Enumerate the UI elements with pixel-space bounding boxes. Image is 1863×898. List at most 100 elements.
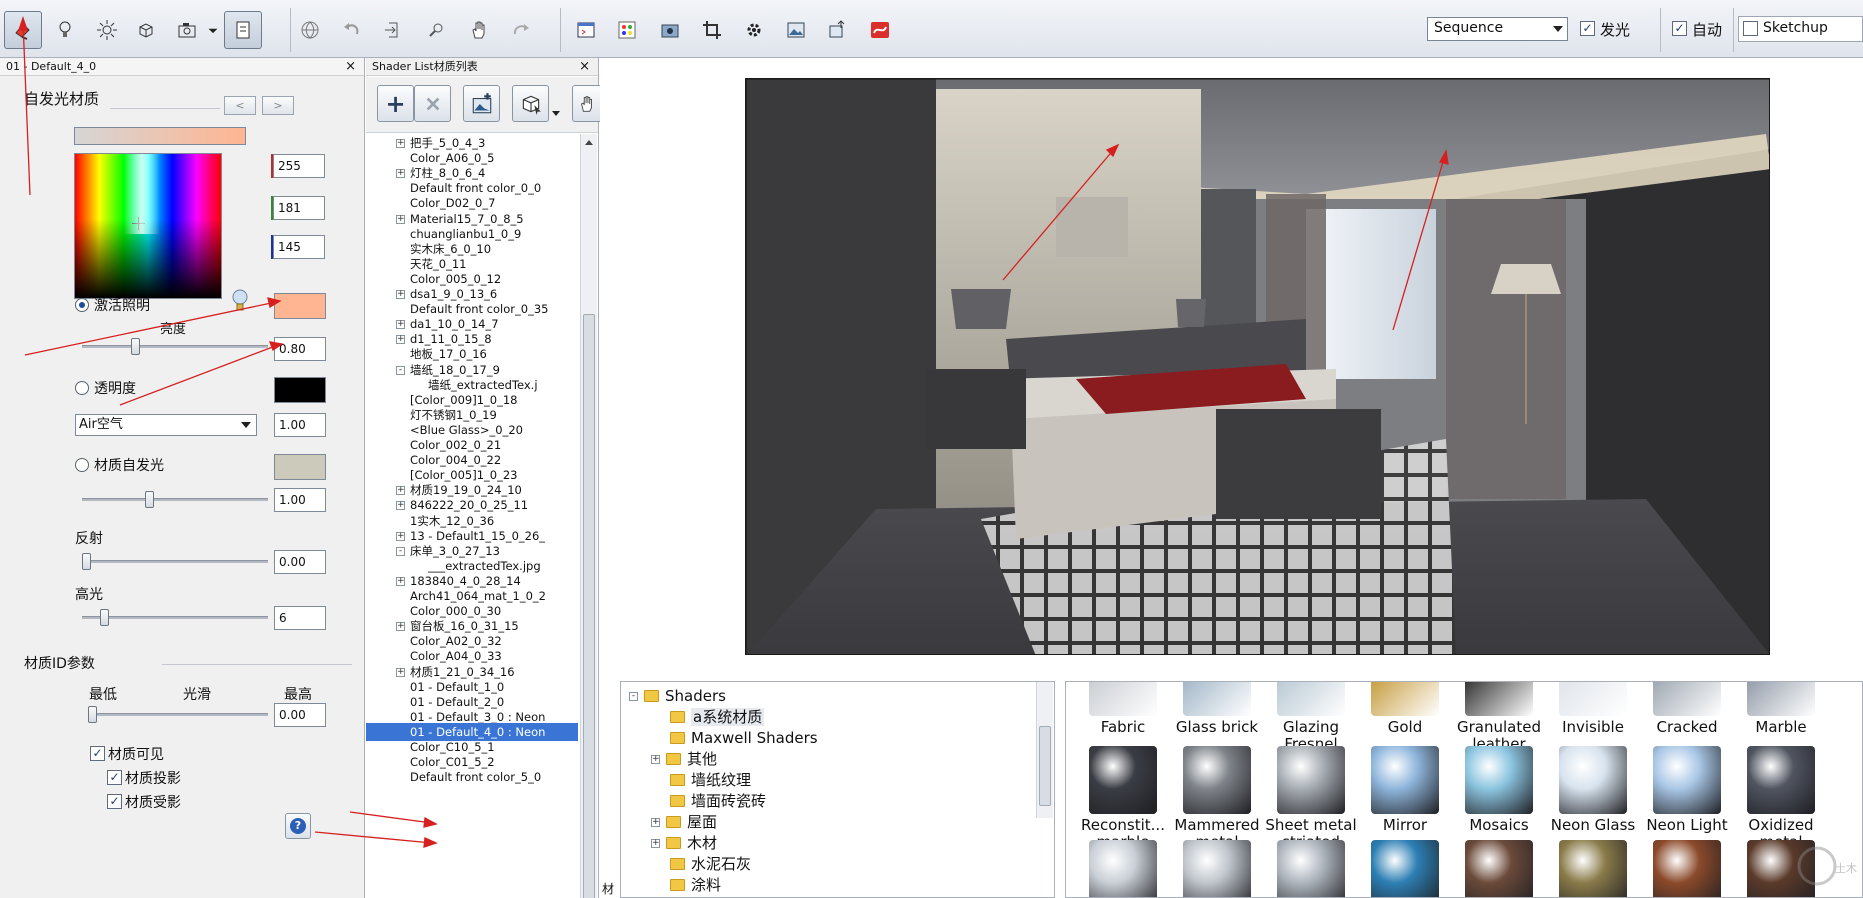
material-thumbnail[interactable]: Mirror	[1358, 746, 1452, 834]
reflection-slider-thumb[interactable]	[82, 553, 91, 570]
green-value-input[interactable]: 181	[273, 196, 325, 220]
collapse-icon[interactable]: -	[396, 365, 405, 375]
material-glow-radio[interactable]	[75, 458, 89, 472]
material-thumbnail[interactable]: Neon Light	[1640, 746, 1734, 834]
collapse-icon[interactable]: -	[629, 692, 638, 701]
smooth-value-input[interactable]: 0.00	[274, 703, 326, 727]
material-thumbnail[interactable]	[1546, 840, 1640, 897]
expand-icon[interactable]: +	[396, 290, 405, 299]
material-thumbnail[interactable]	[1640, 840, 1734, 897]
light-tool-button[interactable]	[46, 11, 84, 49]
close-icon[interactable]: ×	[345, 58, 356, 76]
scroll-up-icon[interactable]	[585, 140, 593, 145]
logo-button[interactable]	[861, 11, 899, 49]
highlight-slider-thumb[interactable]	[100, 609, 109, 626]
camera-tool-button[interactable]	[168, 11, 206, 49]
material-thumbnail[interactable]: Mosaics	[1452, 746, 1546, 834]
material-thumbnail[interactable]: Fabric	[1076, 682, 1170, 736]
globe-button[interactable]	[291, 11, 329, 49]
redo-button[interactable]	[502, 11, 540, 49]
expand-icon[interactable]: +	[396, 531, 405, 541]
material-thumbnail[interactable]	[1452, 840, 1546, 897]
zoom-button[interactable]	[418, 11, 456, 49]
next-button[interactable]: >	[262, 96, 294, 115]
receive-shadow-checkbox[interactable]: ✓	[107, 794, 122, 809]
medium-value-input[interactable]: 1.00	[274, 413, 326, 437]
sun-tool-button[interactable]	[88, 11, 126, 49]
chevron-down-icon[interactable]	[552, 111, 560, 116]
object-tool-button[interactable]	[127, 11, 165, 49]
brightness-slider-thumb[interactable]	[130, 338, 140, 355]
expand-icon[interactable]: +	[396, 486, 405, 496]
material-thumbnail[interactable]: Sheet metal striated	[1264, 746, 1358, 851]
scrollbar-thumb[interactable]	[1039, 726, 1051, 806]
expand-icon[interactable]: +	[396, 622, 405, 632]
expand-icon[interactable]: +	[396, 576, 405, 586]
brightness-value-input[interactable]: 0.80	[274, 337, 326, 361]
material-thumbnail[interactable]	[1358, 840, 1452, 897]
expand-icon[interactable]: +	[396, 320, 405, 330]
auto-checkbox[interactable]: ✓	[1672, 21, 1687, 36]
red-value-input[interactable]: 255	[273, 154, 325, 178]
expand-icon[interactable]: +	[651, 839, 660, 848]
shader-list-item[interactable]: Default front color_5_0	[366, 768, 578, 786]
sketchup-box[interactable]: Sketchup	[1738, 16, 1863, 42]
settings-button[interactable]	[735, 11, 773, 49]
undo-button[interactable]	[333, 11, 371, 49]
help-button[interactable]: ?	[285, 813, 311, 839]
expand-icon[interactable]: +	[396, 169, 405, 179]
sequence-select[interactable]: Sequence	[1427, 17, 1568, 41]
material-thumbnail[interactable]: Gold	[1358, 682, 1452, 736]
lighting-color-swatch[interactable]	[274, 293, 326, 319]
brightness-slider[interactable]	[82, 345, 268, 348]
material-thumbnail[interactable]: Oxidized metal	[1734, 746, 1828, 851]
shader-list-scrollbar[interactable]	[580, 134, 597, 898]
glow-checkbox[interactable]: ✓	[1580, 21, 1595, 36]
material-thumbnail[interactable]: Neon Glass	[1546, 746, 1640, 834]
expand-icon[interactable]: +	[396, 667, 405, 677]
material-thumbnail[interactable]: Reconstit... marble	[1076, 746, 1170, 851]
highlight-slider[interactable]	[82, 616, 268, 619]
scrollbar-thumb[interactable]	[583, 314, 595, 898]
render-button[interactable]	[651, 11, 689, 49]
activate-lighting-radio[interactable]	[75, 298, 89, 312]
sketchup-checkbox[interactable]	[1743, 21, 1758, 36]
smooth-slider[interactable]	[88, 713, 268, 716]
material-thumbnail[interactable]: Glass brick	[1170, 682, 1264, 736]
expand-icon[interactable]: +	[396, 501, 405, 511]
color-gradient-bar[interactable]	[74, 127, 246, 145]
prev-button[interactable]: <	[224, 96, 256, 115]
material-tool-button[interactable]	[4, 11, 42, 49]
add-image-button[interactable]	[463, 85, 500, 122]
panel-toggle-button[interactable]	[224, 11, 262, 49]
cast-shadow-checkbox[interactable]: ✓	[107, 770, 122, 785]
material-glow-swatch[interactable]	[274, 454, 326, 480]
material-thumbnail[interactable]	[1076, 840, 1170, 897]
material-thumbnail[interactable]: Glazing Fresnel	[1264, 682, 1358, 753]
visible-checkbox[interactable]: ✓	[90, 746, 105, 761]
material-thumbnail[interactable]	[1170, 840, 1264, 897]
material-thumbnail[interactable]	[1264, 840, 1358, 897]
palette-button[interactable]	[608, 11, 646, 49]
material-thumbnail[interactable]: Granulated leather	[1452, 682, 1546, 753]
expand-icon[interactable]: +	[396, 139, 405, 148]
hand-tool-button[interactable]	[572, 85, 602, 122]
expand-icon[interactable]: +	[651, 818, 660, 827]
collapse-icon[interactable]: -	[396, 546, 405, 556]
smooth-slider-thumb[interactable]	[88, 706, 97, 723]
delete-shader-button[interactable]	[414, 85, 451, 122]
material-glow-slider-thumb[interactable]	[145, 491, 154, 508]
material-thumbnail[interactable]: Invisible	[1546, 682, 1640, 736]
import-button[interactable]	[375, 11, 413, 49]
transparency-color-swatch[interactable]	[274, 377, 326, 403]
shader-library-scrollbar[interactable]	[1036, 682, 1053, 818]
material-glow-slider[interactable]	[82, 498, 268, 501]
shader-library-item[interactable]: 涂料	[651, 873, 721, 897]
expand-icon[interactable]: +	[396, 335, 405, 345]
crop-button[interactable]	[693, 11, 731, 49]
medium-select[interactable]: Air空气	[75, 414, 257, 436]
camera-dropdown-button[interactable]	[205, 11, 221, 49]
expand-icon[interactable]: +	[396, 214, 405, 224]
expand-icon[interactable]: +	[651, 755, 660, 764]
apply-shader-button[interactable]	[512, 85, 549, 122]
